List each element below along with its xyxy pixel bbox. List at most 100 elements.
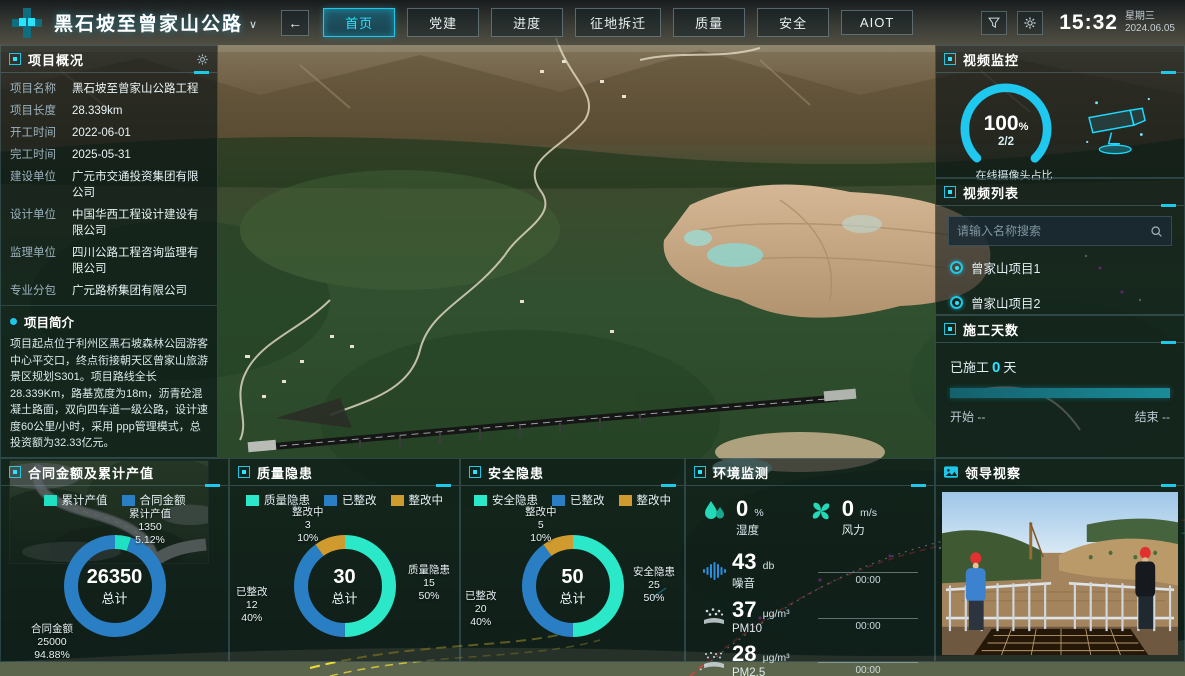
- callout-label: 安全隐患2550%: [633, 566, 675, 605]
- video-list-item[interactable]: 曾家山项目1: [936, 250, 1184, 285]
- camera-dot-icon: [950, 296, 963, 309]
- contract-amount-panel: 合同金额及累计产值 累计产值 合同金额 26350 总计 累计产值13505.1…: [0, 458, 229, 662]
- clock-date: 2024.06.05: [1125, 23, 1175, 35]
- gauge-ratio: 2/2: [998, 136, 1014, 148]
- safety-donut-chart: [515, 528, 631, 644]
- panel-marker-icon: [694, 466, 706, 478]
- page-title: 黑石坡至曾家山公路: [54, 9, 243, 36]
- video-search-box: [948, 216, 1172, 246]
- callout-label: 合同金额2500094.88%: [31, 623, 73, 662]
- pm10-sparkline: 00:00: [818, 603, 918, 632]
- days-count: 0: [989, 359, 1003, 376]
- panel-marker-icon: [238, 466, 250, 478]
- bullet-icon: [10, 318, 17, 325]
- gear-icon: [1023, 16, 1037, 30]
- top-header: 黑石坡至曾家山公路 ∨ ← 首页 党建 进度 征地拆迁 质量 安全 AIOT: [0, 0, 1185, 45]
- pm25-dust-icon: [702, 651, 726, 671]
- pm10-dust-icon: [702, 607, 726, 627]
- safety-hazard-panel: 安全隐患 安全隐患 已整改 整改中 50 总计 整改中510% 已整改2040%…: [460, 458, 685, 662]
- intro-text: 项目起点位于利州区黑石坡森林公园游客中心平交口，终点衔接朝天区曾家山旅游景区规划…: [1, 334, 217, 454]
- video-list-title: 视频列表: [963, 183, 1019, 202]
- online-camera-gauge: 100% 2/2 在线摄像头占比: [954, 77, 1058, 181]
- callout-label: 已整改2040%: [465, 590, 497, 629]
- panel-marker-icon: [9, 466, 21, 478]
- safety-panel-title: 安全隐患: [488, 463, 544, 482]
- video-search-input[interactable]: [957, 224, 1150, 238]
- title-caret-icon[interactable]: ∨: [249, 18, 257, 31]
- panel-marker-icon: [944, 53, 956, 65]
- nav-tabs: 首页 党建 进度 征地拆迁 质量 安全 AIOT: [323, 8, 913, 37]
- quality-panel-title: 质量隐患: [257, 463, 313, 482]
- video-monitor-panel: 视频监控 100% 2/2 在线摄像头占比: [935, 45, 1185, 178]
- environment-title: 环境监测: [713, 463, 769, 482]
- field-row: 开工时间2022-06-01: [1, 121, 217, 143]
- days-progress-bar: [950, 388, 1170, 398]
- humidity-metric: 0 % 湿度: [702, 498, 764, 538]
- field-row: 设计单位中国华西工程设计建设有限公司: [1, 203, 217, 241]
- chart-legend: 安全隐患 已整改 整改中: [461, 492, 684, 508]
- back-button[interactable]: ←: [281, 10, 309, 36]
- pm25-row: 28 μg/m³ PM2.5 00:00: [686, 638, 934, 676]
- noise-sparkline: 00:00: [818, 557, 918, 586]
- field-row: 专业分包广元路桥集团有限公司: [1, 279, 217, 301]
- tab-safety[interactable]: 安全: [757, 8, 829, 37]
- overview-title: 项目概况: [28, 50, 84, 69]
- quality-donut-chart: [287, 528, 403, 644]
- sound-wave-icon: [702, 561, 726, 581]
- field-row: 项目长度28.339km: [1, 99, 217, 121]
- callout-label: 已整改1240%: [236, 586, 268, 625]
- chart-legend: 累计产值 合同金额: [1, 492, 228, 508]
- dashboard: 黑石坡至曾家山公路 ∨ ← 首页 党建 进度 征地拆迁 质量 安全 AIOT: [0, 0, 1185, 676]
- tab-quality[interactable]: 质量: [673, 8, 745, 37]
- panel-marker-icon: [9, 53, 21, 65]
- construction-days-title: 施工天数: [963, 320, 1019, 339]
- noise-row: 43 db 噪音 00:00: [686, 546, 934, 594]
- callout-label: 质量隐患1550%: [408, 564, 450, 603]
- video-list-panel: 视频列表 曾家山项目1 曾家山项目2: [935, 178, 1185, 315]
- pm10-row: 37 μg/m³ PM10 00:00: [686, 594, 934, 638]
- end-date: 结束 --: [1135, 408, 1170, 425]
- days-line: 已施工0天: [936, 343, 1184, 386]
- search-icon[interactable]: [1150, 225, 1163, 238]
- funnel-icon: [987, 16, 1001, 30]
- callout-label: 整改中310%: [292, 506, 324, 545]
- app-logo-icon: [10, 6, 44, 40]
- tab-progress[interactable]: 进度: [491, 8, 563, 37]
- intro-title: 项目简介: [24, 312, 74, 331]
- field-row: 监理单位四川公路工程咨询监理有限公司: [1, 241, 217, 279]
- pm25-sparkline: 00:00: [818, 647, 918, 676]
- project-overview-panel: 项目概况 项目名称黑石坡至曾家山公路工程 项目长度28.339km 开工时间20…: [0, 45, 218, 458]
- gauge-percent: 100: [984, 112, 1019, 135]
- panel-marker-icon: [469, 466, 481, 478]
- field-row: 完工时间2025-05-31: [1, 143, 217, 165]
- contract-panel-title: 合同金额及累计产值: [28, 463, 154, 482]
- quality-hazard-panel: 质量隐患 质量隐患 已整改 整改中 30 总计 整改中310% 已整改1240%…: [229, 458, 460, 662]
- field-row: 项目名称黑石坡至曾家山公路工程: [1, 77, 217, 99]
- panel-marker-icon: [944, 186, 956, 198]
- cctv-camera-icon: [1076, 87, 1160, 172]
- tab-aiot[interactable]: AIOT: [841, 10, 913, 35]
- overview-settings-button[interactable]: [196, 53, 209, 66]
- clock-weekday: 星期三: [1125, 11, 1175, 23]
- tab-home[interactable]: 首页: [323, 8, 395, 37]
- callout-label: 整改中510%: [525, 506, 557, 545]
- video-monitor-title: 视频监控: [963, 50, 1019, 69]
- photo-icon: [944, 466, 958, 478]
- camera-dot-icon: [950, 261, 963, 274]
- water-drop-icon: [702, 498, 728, 524]
- clock: 15:32 星期三 2024.06.05: [1059, 11, 1175, 35]
- tab-party-building[interactable]: 党建: [407, 8, 479, 37]
- start-date: 开始 --: [950, 408, 985, 425]
- clock-time: 15:32: [1059, 11, 1118, 35]
- settings-button[interactable]: [1017, 11, 1043, 35]
- environment-panel: 环境监测 0 % 湿度: [685, 458, 935, 662]
- wind-metric: 0 m/s 风力: [808, 498, 877, 538]
- gear-icon: [196, 53, 209, 66]
- field-row: 建设单位广元市交通投资集团有限公司: [1, 165, 217, 203]
- panel-marker-icon: [944, 323, 956, 335]
- filter-button[interactable]: [981, 11, 1007, 35]
- construction-days-panel: 施工天数 已施工0天 开始 -- 结束 --: [935, 315, 1185, 458]
- leader-title: 领导视察: [965, 463, 1021, 482]
- site-inspection-photo: [942, 492, 1178, 655]
- tab-land-acquisition[interactable]: 征地拆迁: [575, 8, 661, 37]
